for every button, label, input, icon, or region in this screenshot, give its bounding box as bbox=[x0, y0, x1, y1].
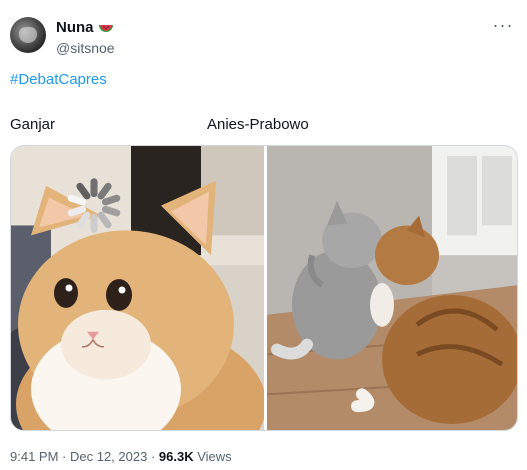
cats-hugging-image[interactable] bbox=[267, 146, 518, 430]
orange-kitten-image[interactable] bbox=[11, 146, 264, 430]
views-count[interactable]: 96.3K bbox=[159, 449, 194, 464]
user-handle[interactable]: @sitsnoe bbox=[56, 40, 115, 56]
caption-left: Ganjar bbox=[10, 116, 56, 133]
media-grid[interactable] bbox=[10, 145, 518, 431]
tweet-meta: 9:41 PM · Dec 12, 2023 · 96.3K Views bbox=[10, 449, 232, 464]
meta-separator: · bbox=[58, 449, 70, 464]
hashtag-link[interactable]: #DebatCapres bbox=[10, 71, 107, 88]
tweet-date[interactable]: Dec 12, 2023 bbox=[70, 449, 147, 464]
watermelon-icon bbox=[98, 24, 113, 32]
avatar[interactable] bbox=[10, 17, 46, 53]
meta-separator-2: · bbox=[147, 449, 159, 464]
more-options-icon[interactable]: ··· bbox=[491, 16, 515, 36]
views-label: Views bbox=[193, 449, 232, 464]
display-name[interactable]: Nuna bbox=[56, 19, 94, 36]
caption-right: Anies-Prabowo bbox=[207, 116, 309, 133]
author-name-row: Nuna bbox=[56, 19, 114, 36]
tweet-time[interactable]: 9:41 PM bbox=[10, 449, 58, 464]
